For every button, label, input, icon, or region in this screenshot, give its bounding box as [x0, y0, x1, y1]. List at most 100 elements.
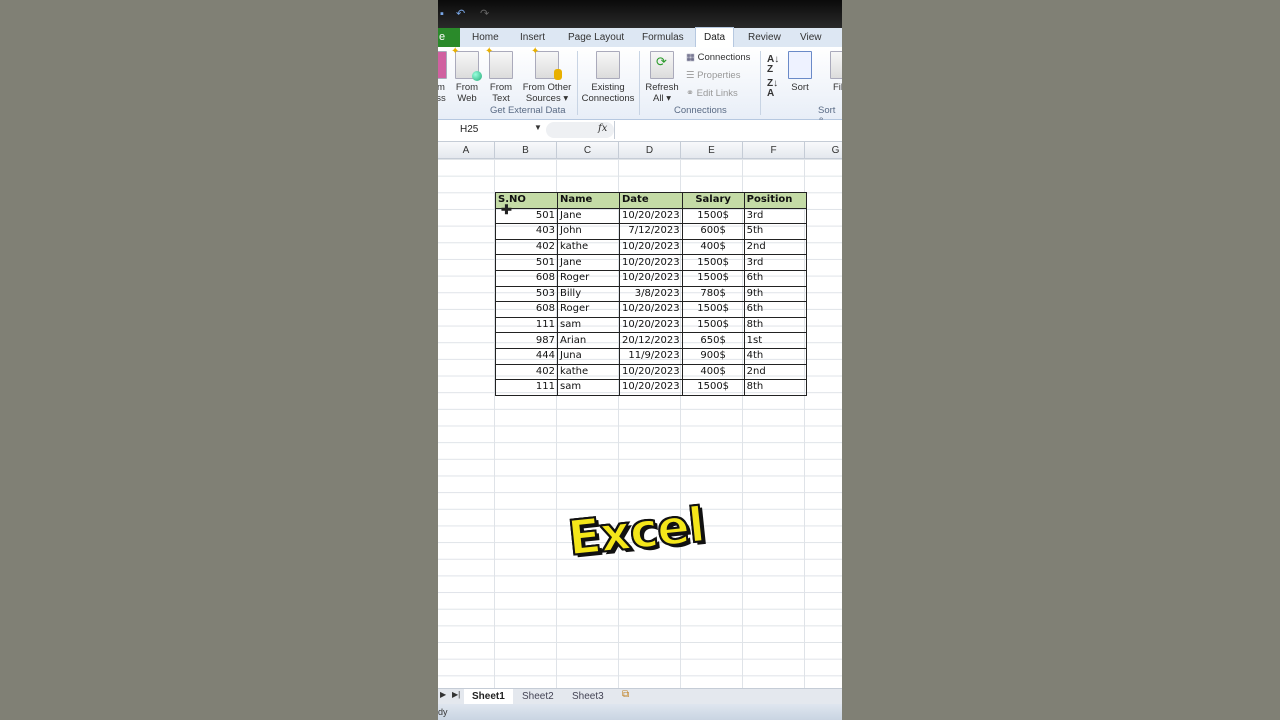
table-cell[interactable]: 600$	[681, 223, 745, 240]
edit-links-button[interactable]: ⚭ Edit Links	[686, 88, 738, 100]
column-header-f[interactable]: F	[743, 142, 805, 159]
table-cell[interactable]: 5th	[743, 223, 807, 240]
table-cell[interactable]: 900$	[681, 347, 745, 365]
next-sheet-icon[interactable]: ▶	[440, 690, 446, 699]
column-header-b[interactable]: B	[495, 142, 557, 159]
table-cell[interactable]: 1500$	[681, 207, 745, 225]
table-cell[interactable]: 9th	[743, 285, 807, 303]
table-cell[interactable]: 10/20/2023	[619, 254, 683, 271]
table-cell[interactable]: 20/12/2023	[619, 332, 683, 349]
table-cell[interactable]: 403	[495, 223, 558, 240]
table-cell[interactable]: John	[557, 223, 620, 240]
table-cell[interactable]: 10/20/2023	[619, 316, 683, 334]
tab-formulas[interactable]: Formulas	[642, 28, 684, 47]
header-cell[interactable]: Date	[619, 192, 683, 209]
column-header-a[interactable]: A	[438, 142, 495, 159]
tab-view[interactable]: View	[800, 28, 822, 47]
filter-button[interactable]: Fil	[828, 49, 842, 93]
tab-review[interactable]: Review	[748, 28, 781, 47]
table-cell[interactable]: 1500$	[681, 379, 745, 396]
insert-sheet-icon[interactable]: ⧉	[622, 689, 629, 700]
save-icon[interactable]: ▪	[440, 8, 444, 20]
table-cell[interactable]: 444	[495, 347, 558, 365]
table-cell[interactable]: 1st	[743, 332, 807, 349]
column-header-d[interactable]: D	[619, 142, 681, 159]
table-cell[interactable]: 780$	[681, 285, 745, 303]
from-other-sources-button[interactable]: From Other Sources ▾	[520, 46, 574, 104]
header-cell[interactable]: Name	[557, 192, 620, 209]
redo-icon[interactable]: ↷	[480, 8, 489, 20]
table-cell[interactable]: 10/20/2023	[619, 363, 683, 381]
table-cell[interactable]: 7/12/2023	[619, 223, 683, 240]
table-cell[interactable]: 1500$	[681, 254, 745, 271]
table-cell[interactable]: sam	[557, 316, 620, 334]
table-cell[interactable]: 111	[495, 379, 558, 396]
table-cell[interactable]: sam	[557, 379, 620, 396]
sort-button[interactable]: Sort	[786, 49, 814, 93]
table-cell[interactable]: 10/20/2023	[619, 207, 683, 225]
column-header-c[interactable]: C	[557, 142, 619, 159]
table-cell[interactable]: Jane	[557, 254, 620, 271]
tab-data[interactable]: Data	[695, 27, 735, 48]
header-cell[interactable]: Salary	[681, 192, 745, 209]
sheet-tab-sheet2[interactable]: Sheet2	[514, 689, 562, 704]
table-cell[interactable]: 400$	[681, 363, 745, 381]
table-cell[interactable]: 608	[495, 301, 558, 318]
table-cell[interactable]: 1500$	[681, 301, 745, 318]
table-cell[interactable]: 3rd	[743, 254, 807, 271]
undo-icon[interactable]: ↶	[456, 8, 465, 20]
sort-a-to-z-icon[interactable]: A↓ Z	[767, 55, 779, 75]
table-cell[interactable]: 10/20/2023	[619, 301, 683, 318]
table-cell[interactable]: 8th	[743, 379, 807, 396]
table-cell[interactable]: Arian	[557, 332, 620, 349]
table-cell[interactable]: Juna	[557, 347, 620, 365]
insert-function-icon[interactable]: fx	[598, 123, 607, 134]
table-cell[interactable]: 2nd	[743, 363, 807, 381]
table-cell[interactable]: Roger	[557, 269, 620, 287]
table-cell[interactable]: 111	[495, 316, 558, 334]
tab-file[interactable]: e	[438, 28, 460, 47]
table-cell[interactable]: 6th	[743, 301, 807, 318]
table-cell[interactable]: 6th	[743, 269, 807, 287]
table-cell[interactable]: 400$	[681, 238, 745, 256]
table-cell[interactable]: 501	[495, 254, 558, 271]
chevron-down-icon[interactable]: ▼	[534, 123, 542, 132]
sort-z-to-a-icon[interactable]: Z↓ A	[767, 79, 778, 99]
table-cell[interactable]: 3/8/2023	[619, 285, 683, 303]
table-cell[interactable]: 1500$	[681, 269, 745, 287]
table-cell[interactable]: Roger	[557, 301, 620, 318]
tab-page-layout[interactable]: Page Layout	[568, 28, 624, 47]
from-web-button[interactable]: From Web	[451, 46, 482, 104]
sheet-tab-sheet3[interactable]: Sheet3	[564, 689, 612, 704]
table-cell[interactable]: 402	[495, 238, 558, 256]
tab-insert[interactable]: Insert	[520, 28, 545, 47]
table-cell[interactable]: 8th	[743, 316, 807, 334]
name-box[interactable]: H25	[438, 122, 542, 138]
table-cell[interactable]: 608	[495, 269, 558, 287]
table-cell[interactable]: 1500$	[681, 316, 745, 334]
table-cell[interactable]: 10/20/2023	[619, 238, 683, 256]
formula-input[interactable]	[614, 121, 842, 139]
table-cell[interactable]: 650$	[681, 332, 745, 349]
existing-connections-button[interactable]: Existing Connections	[580, 49, 636, 104]
table-cell[interactable]: 503	[495, 285, 558, 303]
column-header-e[interactable]: E	[681, 142, 743, 159]
table-cell[interactable]: 11/9/2023	[619, 347, 683, 365]
header-cell[interactable]: Position	[743, 192, 807, 209]
table-cell[interactable]: 4th	[743, 347, 807, 365]
table-cell[interactable]: 402	[495, 363, 558, 381]
from-access-button[interactable]: m ss	[438, 49, 448, 104]
last-sheet-icon[interactable]: ▶|	[452, 690, 460, 699]
table-cell[interactable]: 10/20/2023	[619, 269, 683, 287]
tab-home[interactable]: Home	[472, 28, 499, 47]
connections-button[interactable]: ▦ Connections	[686, 52, 750, 64]
table-cell[interactable]: Billy	[557, 285, 620, 303]
table-cell[interactable]: 2nd	[743, 238, 807, 256]
table-cell[interactable]: 10/20/2023	[619, 379, 683, 396]
table-cell[interactable]: Jane	[557, 207, 620, 225]
table-cell[interactable]: kathe	[557, 363, 620, 381]
column-header-g[interactable]: G	[805, 142, 842, 159]
table-cell[interactable]: kathe	[557, 238, 620, 256]
table-cell[interactable]: 987	[495, 332, 558, 349]
properties-button[interactable]: ☰ Properties	[686, 70, 740, 82]
